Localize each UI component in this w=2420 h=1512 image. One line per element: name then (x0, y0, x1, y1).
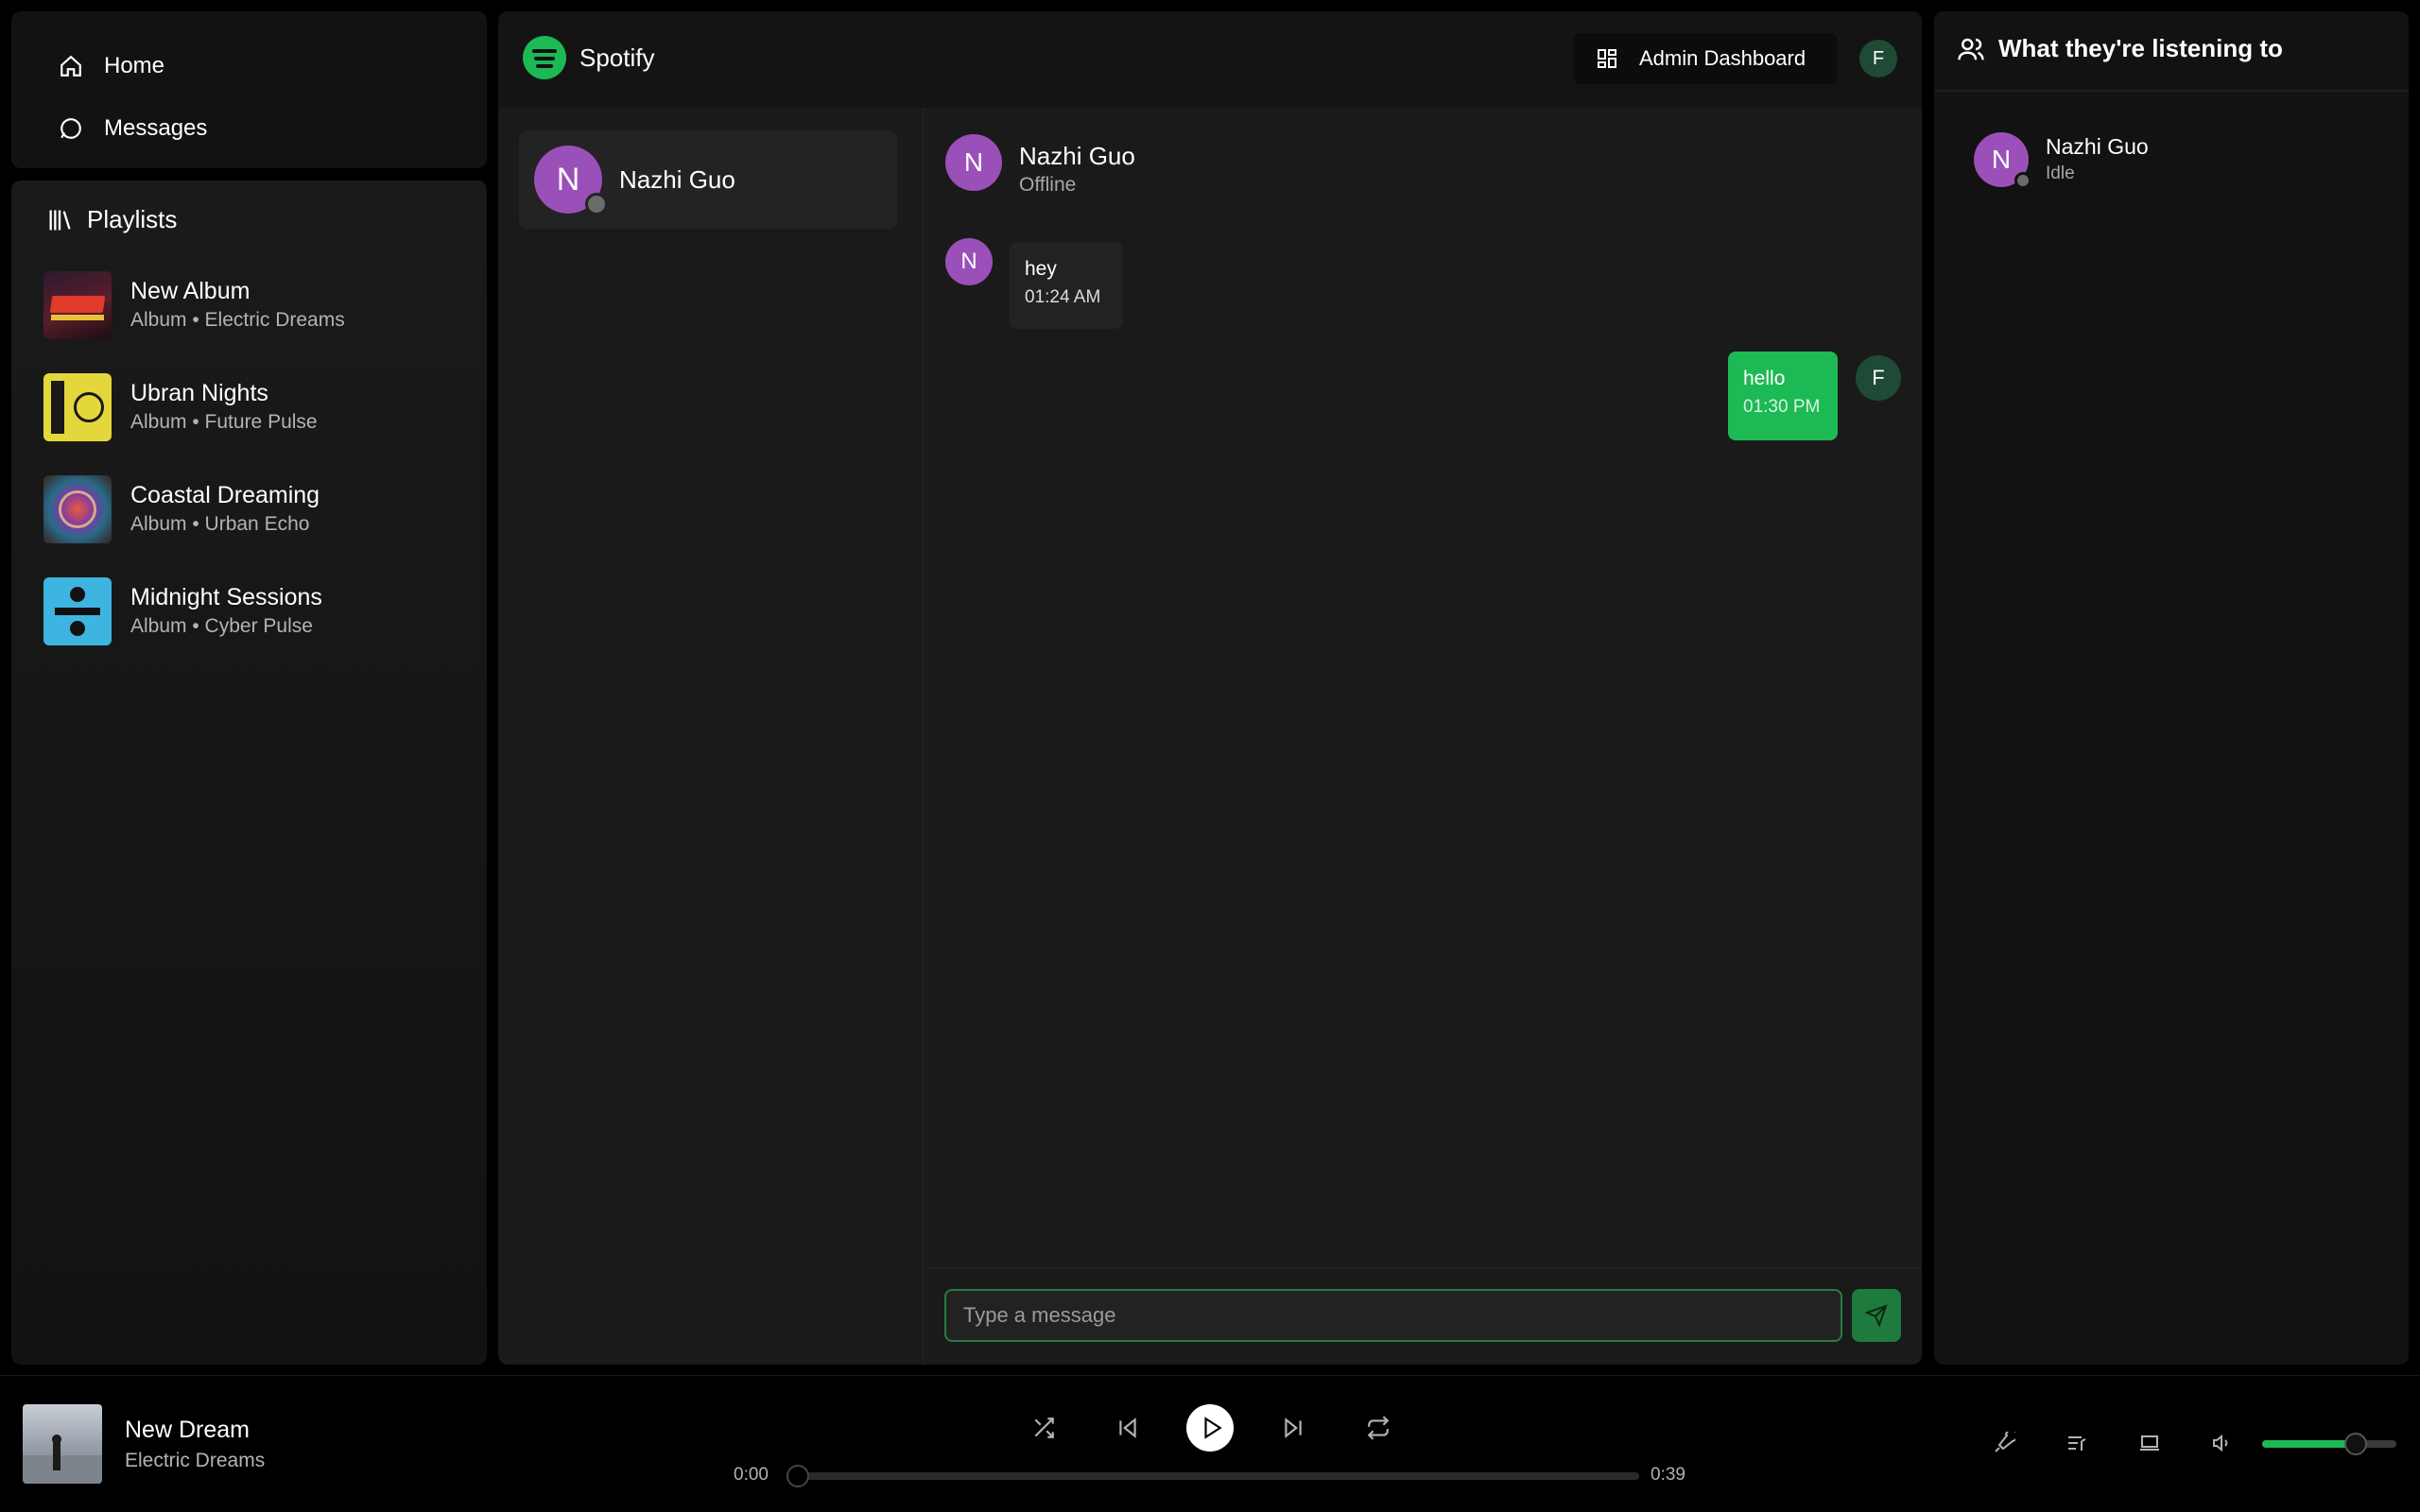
chat-avatar: N (945, 134, 1002, 191)
laptop-icon (2140, 1435, 2159, 1451)
friend-name: Nazhi Guo (2046, 134, 2149, 159)
playlists-panel: Playlists New Album Album • Electric Dre… (11, 180, 487, 1365)
playlist-cover (43, 271, 112, 339)
play-icon (1203, 1417, 1222, 1439)
queue-icon (2068, 1436, 2086, 1451)
skip-forward-icon (1285, 1418, 1302, 1438)
mute-button[interactable] (2208, 1429, 2237, 1457)
app-logo[interactable]: Spotify (523, 36, 655, 79)
playlist-cover (43, 373, 112, 441)
friend-item[interactable]: N Nazhi Guo Idle (1974, 132, 2149, 189)
admin-dashboard-label: Admin Dashboard (1639, 46, 1806, 70)
admin-dashboard-button[interactable]: Admin Dashboard (1573, 33, 1838, 84)
chat-contact-name: Nazhi Guo (1019, 142, 1135, 170)
avatar-initial: N (556, 161, 580, 198)
message-bubble-received: hey 01:24 AM (1010, 242, 1123, 329)
divider (1934, 90, 2409, 92)
chat-contact-status: Offline (1019, 174, 1077, 196)
playlist-title: Ubran Nights (130, 380, 268, 406)
repeat-icon (1367, 1416, 1390, 1440)
avatar: N (534, 146, 608, 215)
composer-divider (924, 1267, 1922, 1268)
playlists-header: Playlists (45, 205, 177, 234)
playlist-item[interactable]: New Album Album • Electric Dreams (43, 267, 478, 343)
playlist-subtitle: Album • Future Pulse (130, 411, 318, 433)
play-button[interactable] (1186, 1404, 1234, 1452)
playlist-item[interactable]: Midnight Sessions Album • Cyber Pulse (43, 574, 478, 649)
lyrics-button[interactable] (1990, 1429, 2018, 1457)
user-avatar[interactable]: F (1859, 40, 1897, 77)
dashboard-icon (1598, 49, 1616, 68)
playlist-title: Coastal Dreaming (130, 482, 320, 508)
friends-title: What they're listening to (1998, 34, 2283, 62)
send-icon (1865, 1304, 1888, 1327)
message-circle-icon (60, 118, 81, 139)
message-bubble-sent: hello 01:30 PM (1728, 352, 1838, 440)
shuffle-button[interactable] (1027, 1411, 1061, 1445)
friends-header: What they're listening to (1957, 34, 2283, 63)
friend-activity: Idle (2046, 163, 2075, 183)
friends-activity-panel: What they're listening to N Nazhi Guo Id… (1934, 11, 2409, 1365)
message-text: hello (1743, 368, 1786, 389)
repeat-button[interactable] (1361, 1411, 1395, 1445)
now-playing-cover (23, 1404, 102, 1484)
nav-messages[interactable]: Messages (59, 115, 207, 142)
status-dot (585, 193, 608, 215)
playlist-cover (43, 577, 112, 645)
message-time: 01:24 AM (1025, 287, 1101, 307)
volume-icon (2213, 1434, 2228, 1452)
top-bar: Spotify Admin Dashboard F (498, 11, 1922, 108)
playlist-title: Midnight Sessions (130, 584, 322, 610)
playlist-subtitle: Album • Urban Echo (130, 513, 310, 535)
send-button[interactable] (1852, 1289, 1901, 1342)
nav-home-label: Home (104, 53, 165, 78)
now-playing-artist[interactable]: Electric Dreams (125, 1450, 265, 1472)
microphone-icon (1995, 1432, 2015, 1452)
shuffle-icon (1034, 1418, 1054, 1438)
users-icon (1958, 38, 1984, 60)
queue-button[interactable] (2063, 1429, 2091, 1457)
playlist-subtitle: Album • Cyber Pulse (130, 615, 313, 637)
message-avatar: N (945, 238, 993, 285)
messages-main: Spotify Admin Dashboard F N Nazhi Guo N … (498, 11, 1922, 1365)
playlist-title: New Album (130, 278, 251, 304)
message-text: hey (1025, 258, 1057, 280)
message-input[interactable] (944, 1289, 1842, 1342)
volume-fill (2262, 1440, 2357, 1448)
main-nav: Home Messages (11, 11, 487, 168)
progress-bar[interactable] (786, 1465, 1639, 1487)
skip-back-icon (1119, 1418, 1136, 1438)
playlist-subtitle: Album • Electric Dreams (130, 309, 345, 331)
home-icon (60, 55, 81, 77)
next-button[interactable] (1276, 1411, 1310, 1445)
conversation-item[interactable]: N Nazhi Guo (519, 130, 897, 229)
current-time: 0:00 (734, 1465, 769, 1485)
nav-home[interactable]: Home (59, 53, 164, 79)
status-dot (2014, 172, 2031, 189)
friend-avatar: N (1974, 132, 2031, 189)
previous-button[interactable] (1111, 1411, 1145, 1445)
message-time: 01:30 PM (1743, 397, 1821, 417)
devices-button[interactable] (2135, 1429, 2164, 1457)
playlist-item[interactable]: Coastal Dreaming Album • Urban Echo (43, 472, 478, 547)
conversation-list: N Nazhi Guo (498, 108, 924, 1365)
volume-slider[interactable] (2262, 1433, 2396, 1455)
playlists-title: Playlists (87, 205, 178, 233)
friend-initial: N (1991, 145, 2012, 174)
progress-thumb[interactable] (786, 1465, 809, 1487)
duration: 0:39 (1651, 1465, 1685, 1485)
nav-messages-label: Messages (104, 115, 208, 141)
library-icon (49, 210, 71, 230)
playlist-cover (43, 475, 112, 543)
conversation-name: Nazhi Guo (619, 164, 735, 194)
now-playing-title[interactable]: New Dream (125, 1417, 250, 1444)
app-name: Spotify (579, 43, 655, 72)
message-avatar: F (1856, 355, 1901, 401)
playlist-item[interactable]: Ubran Nights Album • Future Pulse (43, 369, 478, 445)
spotify-icon (523, 36, 566, 79)
